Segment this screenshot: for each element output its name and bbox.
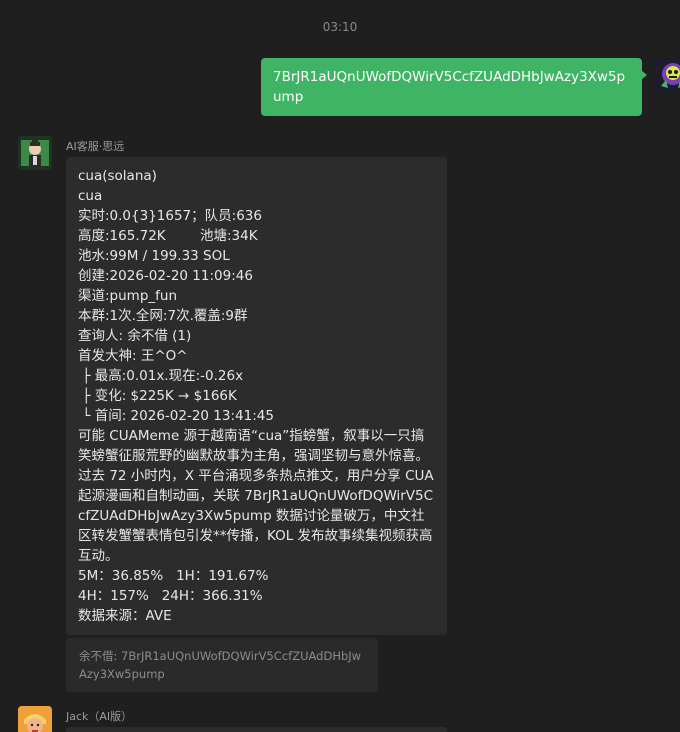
my-avatar-image-icon [656,58,680,92]
data-source-line: 数据来源：AVE [78,608,172,624]
jack-sender-name: Jack（AI版） [66,710,133,723]
ai-message-bubble[interactable]: cua(solana) cua 实时:0.0{3}1657；队员:636 高度:… [66,157,447,635]
message-line: 高度:165.72K 池塘:34K [78,228,258,244]
message-line: cua(solana) [78,168,157,184]
message-line: 渠道:pump_fun [78,288,178,304]
stats-line: 5M：36.85% 1H：191.67% [78,568,269,584]
message-line: ├ 变化: $225K → $166K [78,388,237,404]
ai-avatar-image-icon [18,136,52,170]
message-line: └ 首间: 2026-02-20 13:41:45 [78,408,274,424]
message-line: 首发大神: 王^O^ [78,348,188,364]
message-line: cua [78,188,103,204]
chat-window: 03:10 7BrJR1aUQnUWofDQWirV5CcfZUAdDHbJwA… [0,0,680,732]
jack-avatar[interactable] [18,706,52,732]
message-line: 实时:0.0{3}1657；队员:636 [78,208,262,224]
stats-line: 4H：157% 24H：366.31% [78,588,263,604]
ai-avatar[interactable] [18,136,52,170]
message-line: ├ 最高:0.01x.现在:-0.26x [78,368,244,384]
outgoing-message-bubble[interactable]: 7BrJR1aUQnUWofDQWirV5CcfZUAdDHbJwAzy3Xw5… [261,58,647,116]
my-avatar[interactable] [656,58,680,92]
ai-sender-name: AI客服·思远 [66,140,125,153]
message-line: 查询人: 余不借 (1) [78,328,192,344]
jack-message-bubble[interactable] [66,727,447,732]
message-line: 创建:2026-02-20 11:09:46 [78,268,253,284]
message-line: 池水:99M / 199.33 SOL [78,248,230,264]
message-description: 可能 CUAMeme 源于越南语“cua”指螃蟹，叙事以一只搞笑螃蟹征服荒野的幽… [78,428,434,564]
jack-avatar-image-icon [18,706,52,732]
message-timestamp: 03:10 [322,20,358,34]
quoted-message[interactable]: 余不借: 7BrJR1aUQnUWofDQWirV5CcfZUAdDHbJwAz… [66,638,378,692]
message-line: 本群:1次.全网:7次.覆盖:9群 [78,308,248,324]
